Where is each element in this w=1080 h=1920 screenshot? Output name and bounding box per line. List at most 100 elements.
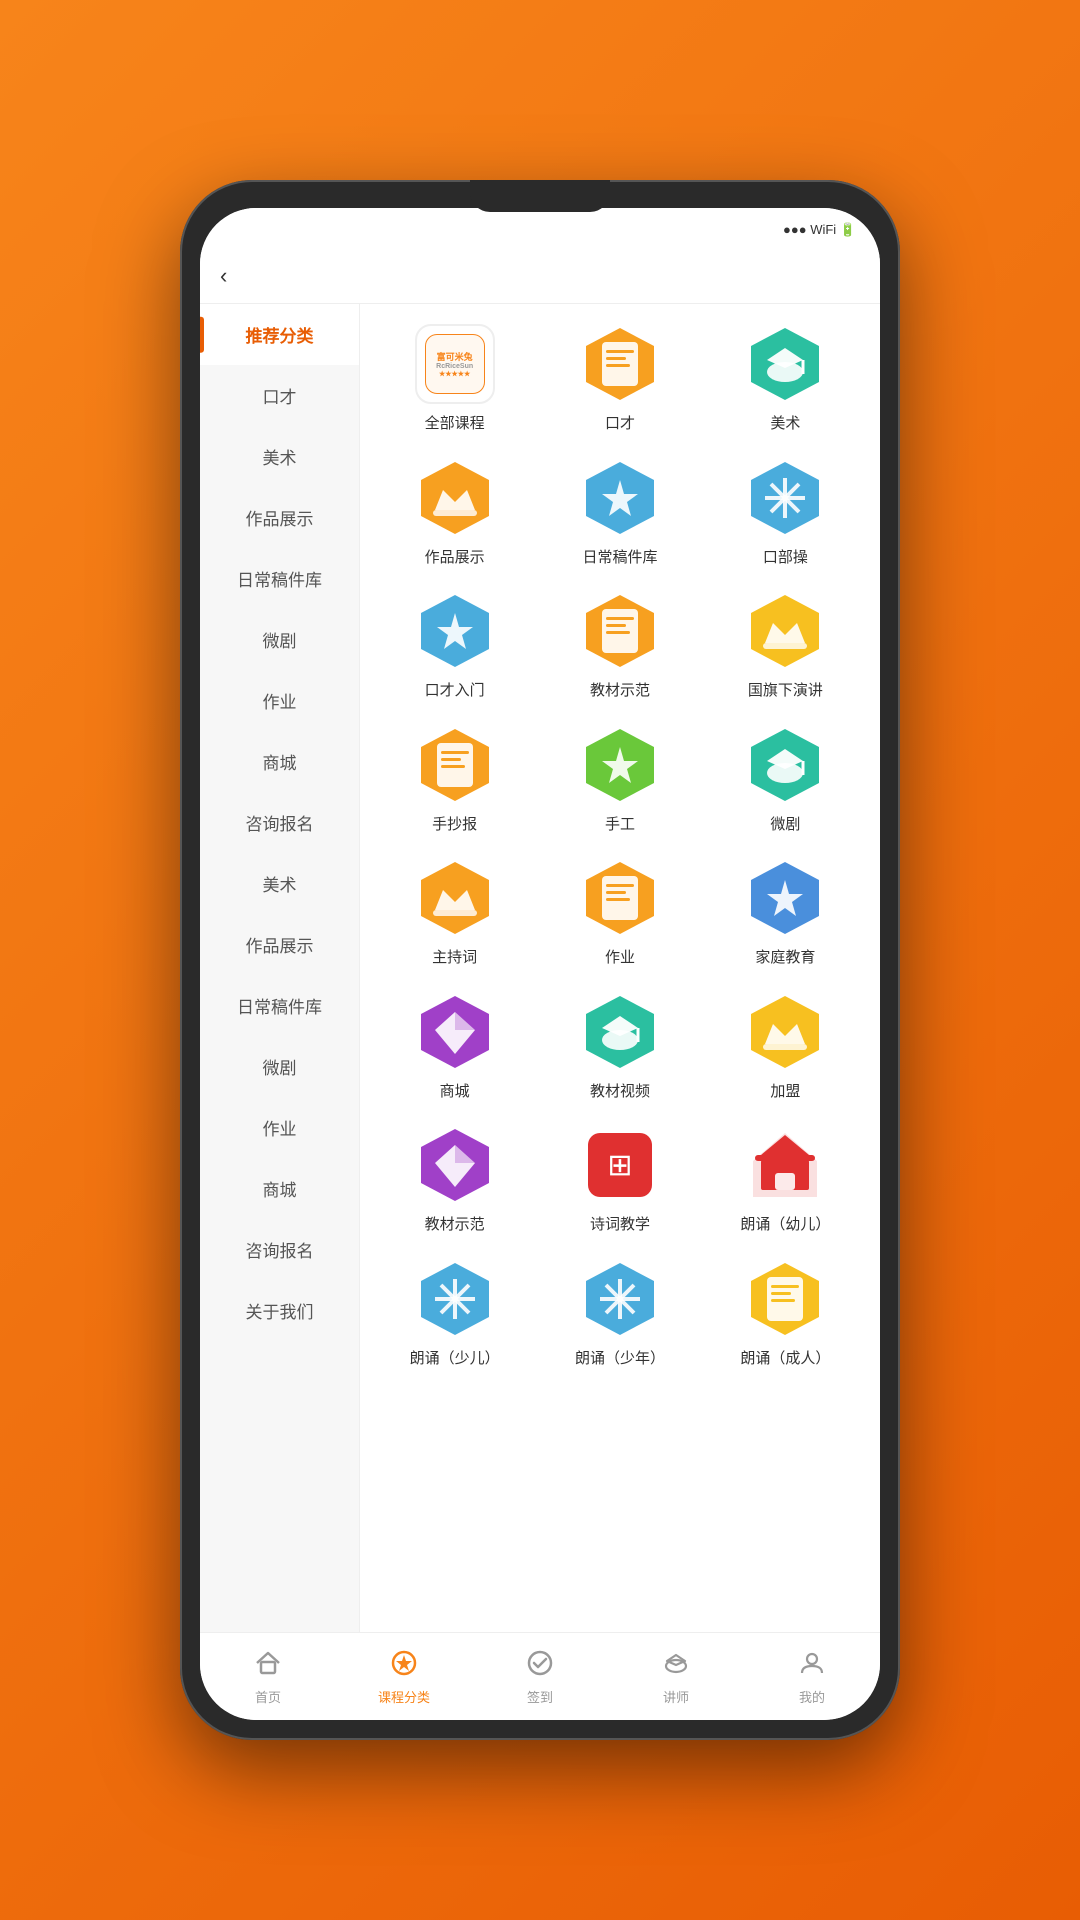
grid-item-4[interactable]: 日常稿件库 [541, 458, 698, 568]
item-label-19: 诗词教学 [590, 1215, 650, 1235]
grid-area: 富可米兔 RcRiceSun ★★★★★ 全部课程 口才 美术 作品展示 [360, 304, 880, 1632]
item-icon-23 [745, 1259, 825, 1339]
sidebar-item-1[interactable]: 口才 [200, 365, 359, 426]
item-label-2: 美术 [770, 414, 800, 434]
item-label-17: 加盟 [770, 1082, 800, 1102]
tab-icon-4 [797, 1648, 827, 1683]
item-label-22: 朗诵（少年） [575, 1349, 665, 1369]
phone-frame: ●●● WiFi 🔋 ‹ 推荐分类口才美术作品展示日常稿件库微剧作业商城咨询报名… [180, 180, 900, 1740]
grid-item-2[interactable]: 美术 [707, 324, 864, 434]
item-icon-13 [580, 858, 660, 938]
grid-item-21[interactable]: 朗诵（少儿） [376, 1259, 533, 1369]
item-icon-18 [415, 1125, 495, 1205]
item-icon-5 [745, 458, 825, 538]
sidebar-item-13[interactable]: 作业 [200, 1097, 359, 1158]
tab-icon-2 [525, 1648, 555, 1683]
item-label-20: 朗诵（幼儿） [740, 1215, 830, 1235]
sidebar-item-4[interactable]: 日常稿件库 [200, 548, 359, 609]
item-label-0: 全部课程 [425, 414, 485, 434]
sidebar-item-2[interactable]: 美术 [200, 426, 359, 487]
grid-item-10[interactable]: 手工 [541, 725, 698, 835]
grid-item-11[interactable]: 微剧 [707, 725, 864, 835]
grid-item-12[interactable]: 主持词 [376, 858, 533, 968]
item-label-21: 朗诵（少儿） [410, 1349, 500, 1369]
item-label-10: 手工 [605, 815, 635, 835]
item-icon-14 [745, 858, 825, 938]
sidebar-item-14[interactable]: 商城 [200, 1158, 359, 1219]
item-icon-10 [580, 725, 660, 805]
sidebar-item-5[interactable]: 微剧 [200, 609, 359, 670]
tab-bar: 首页 课程分类 签到 讲师 我的 [200, 1632, 880, 1720]
tab-item-1[interactable]: 课程分类 [336, 1648, 472, 1706]
item-icon-1 [580, 324, 660, 404]
grid-item-9[interactable]: 手抄报 [376, 725, 533, 835]
item-icon-17 [745, 992, 825, 1072]
tab-label-4: 我的 [799, 1687, 825, 1706]
tab-label-1: 课程分类 [378, 1687, 430, 1706]
grid-item-19[interactable]: ⊞ 诗词教学 [541, 1125, 698, 1235]
sidebar-item-12[interactable]: 微剧 [200, 1036, 359, 1097]
sidebar-item-16[interactable]: 关于我们 [200, 1280, 359, 1341]
item-label-16: 教材视频 [590, 1082, 650, 1102]
item-icon-19: ⊞ [580, 1125, 660, 1205]
sidebar-item-0[interactable]: 推荐分类 [200, 304, 359, 365]
grid-item-16[interactable]: 教材视频 [541, 992, 698, 1102]
grid-item-1[interactable]: 口才 [541, 324, 698, 434]
item-icon-16 [580, 992, 660, 1072]
item-icon-12 [415, 858, 495, 938]
item-icon-2 [745, 324, 825, 404]
sidebar-item-10[interactable]: 作品展示 [200, 914, 359, 975]
item-label-4: 日常稿件库 [582, 548, 657, 568]
tab-item-2[interactable]: 签到 [472, 1648, 608, 1706]
main-content: 推荐分类口才美术作品展示日常稿件库微剧作业商城咨询报名美术作品展示日常稿件库微剧… [200, 304, 880, 1632]
sidebar-item-9[interactable]: 美术 [200, 853, 359, 914]
item-icon-3 [415, 458, 495, 538]
item-label-1: 口才 [605, 414, 635, 434]
grid-item-18[interactable]: 教材示范 [376, 1125, 533, 1235]
item-label-3: 作品展示 [425, 548, 485, 568]
item-label-6: 口才入门 [425, 681, 485, 701]
sidebar-item-11[interactable]: 日常稿件库 [200, 975, 359, 1036]
grid-item-22[interactable]: 朗诵（少年） [541, 1259, 698, 1369]
item-label-9: 手抄报 [432, 815, 477, 835]
grid-item-8[interactable]: 国旗下演讲 [707, 591, 864, 701]
item-label-15: 商城 [440, 1082, 470, 1102]
item-icon-11 [745, 725, 825, 805]
sidebar-item-15[interactable]: 咨询报名 [200, 1219, 359, 1280]
grid-item-3[interactable]: 作品展示 [376, 458, 533, 568]
grid-item-17[interactable]: 加盟 [707, 992, 864, 1102]
sidebar-item-7[interactable]: 商城 [200, 731, 359, 792]
grid-item-7[interactable]: 教材示范 [541, 591, 698, 701]
back-button[interactable]: ‹ [220, 263, 227, 289]
grid-item-5[interactable]: 口部操 [707, 458, 864, 568]
tab-icon-1 [389, 1648, 419, 1683]
grid-item-14[interactable]: 家庭教育 [707, 858, 864, 968]
sidebar-item-3[interactable]: 作品展示 [200, 487, 359, 548]
tab-item-3[interactable]: 讲师 [608, 1648, 744, 1706]
item-icon-8 [745, 591, 825, 671]
item-label-18: 教材示范 [425, 1215, 485, 1235]
tab-item-0[interactable]: 首页 [200, 1648, 336, 1706]
item-label-13: 作业 [605, 948, 635, 968]
sidebar-item-8[interactable]: 咨询报名 [200, 792, 359, 853]
grid-item-6[interactable]: 口才入门 [376, 591, 533, 701]
grid-item-13[interactable]: 作业 [541, 858, 698, 968]
item-label-11: 微剧 [770, 815, 800, 835]
sidebar-item-6[interactable]: 作业 [200, 670, 359, 731]
item-label-7: 教材示范 [590, 681, 650, 701]
grid-item-0[interactable]: 富可米兔 RcRiceSun ★★★★★ 全部课程 [376, 324, 533, 434]
phone-screen: ●●● WiFi 🔋 ‹ 推荐分类口才美术作品展示日常稿件库微剧作业商城咨询报名… [200, 208, 880, 1720]
grid-item-20[interactable]: 朗诵（幼儿） [707, 1125, 864, 1235]
grid-item-23[interactable]: 朗诵（成人） [707, 1259, 864, 1369]
header: ‹ [200, 248, 880, 304]
tab-item-4[interactable]: 我的 [744, 1648, 880, 1706]
item-icon-4 [580, 458, 660, 538]
item-icon-6 [415, 591, 495, 671]
item-icon-9 [415, 725, 495, 805]
tab-label-0: 首页 [255, 1687, 281, 1706]
notch [470, 180, 610, 212]
logo-icon: 富可米兔 RcRiceSun ★★★★★ [415, 324, 495, 404]
item-icon-7 [580, 591, 660, 671]
grid-item-15[interactable]: 商城 [376, 992, 533, 1102]
tab-label-3: 讲师 [663, 1687, 689, 1706]
